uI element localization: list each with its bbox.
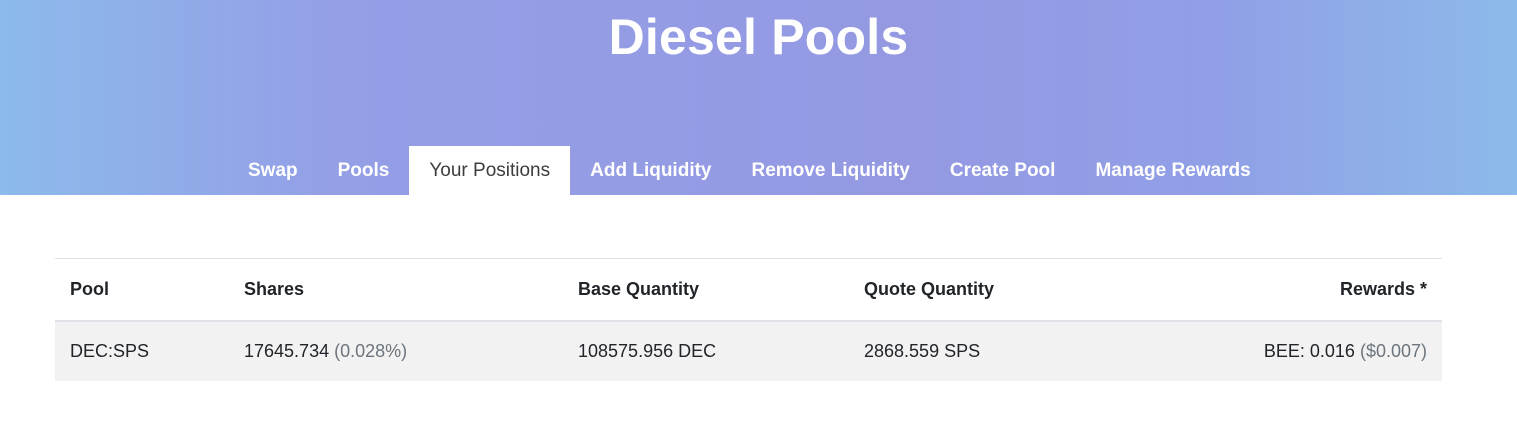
positions-table-container: Pool Shares Base Quantity Quote Quantity…: [55, 258, 1442, 381]
shares-value: 17645.734: [244, 340, 330, 361]
tab-your-positions[interactable]: Your Positions: [409, 146, 571, 195]
tab-manage-rewards[interactable]: Manage Rewards: [1075, 146, 1270, 195]
table-body: DEC:SPS 17645.734 (0.028%) 108575.956 DE…: [55, 320, 1442, 381]
cell-base-quantity: 108575.956 DEC: [563, 320, 849, 381]
tab-create-pool[interactable]: Create Pool: [930, 146, 1076, 195]
table-header-row: Pool Shares Base Quantity Quote Quantity…: [55, 258, 1442, 322]
table-row: DEC:SPS 17645.734 (0.028%) 108575.956 DE…: [55, 320, 1442, 381]
table-header: Pool Shares Base Quantity Quote Quantity…: [55, 258, 1442, 322]
tab-swap[interactable]: Swap: [228, 146, 318, 195]
tab-add-liquidity[interactable]: Add Liquidity: [570, 146, 731, 195]
rewards-value: BEE: 0.016: [1263, 340, 1355, 361]
tab-remove-liquidity[interactable]: Remove Liquidity: [732, 146, 930, 195]
shares-percent: (0.028%): [334, 340, 408, 361]
cell-shares: 17645.734 (0.028%): [229, 320, 563, 381]
cell-quote-quantity: 2868.559 SPS: [849, 320, 1149, 381]
column-header-pool: Pool: [55, 258, 229, 322]
cell-rewards: BEE: 0.016 ($0.007): [1149, 320, 1442, 381]
column-header-base-quantity: Base Quantity: [563, 258, 849, 322]
column-header-quote-quantity: Quote Quantity: [849, 258, 1149, 322]
page-title: Diesel Pools: [608, 9, 909, 65]
positions-table: Pool Shares Base Quantity Quote Quantity…: [55, 258, 1442, 381]
rewards-usd: ($0.007): [1359, 340, 1427, 361]
column-header-rewards: Rewards *: [1149, 258, 1442, 322]
cell-pool: DEC:SPS: [55, 320, 229, 381]
column-header-shares: Shares: [229, 258, 563, 322]
nav-tabs: Swap Pools Your Positions Add Liquidity …: [228, 146, 1271, 195]
page-header: Diesel Pools Swap Pools Your Positions A…: [0, 0, 1517, 195]
tab-pools[interactable]: Pools: [318, 146, 410, 195]
